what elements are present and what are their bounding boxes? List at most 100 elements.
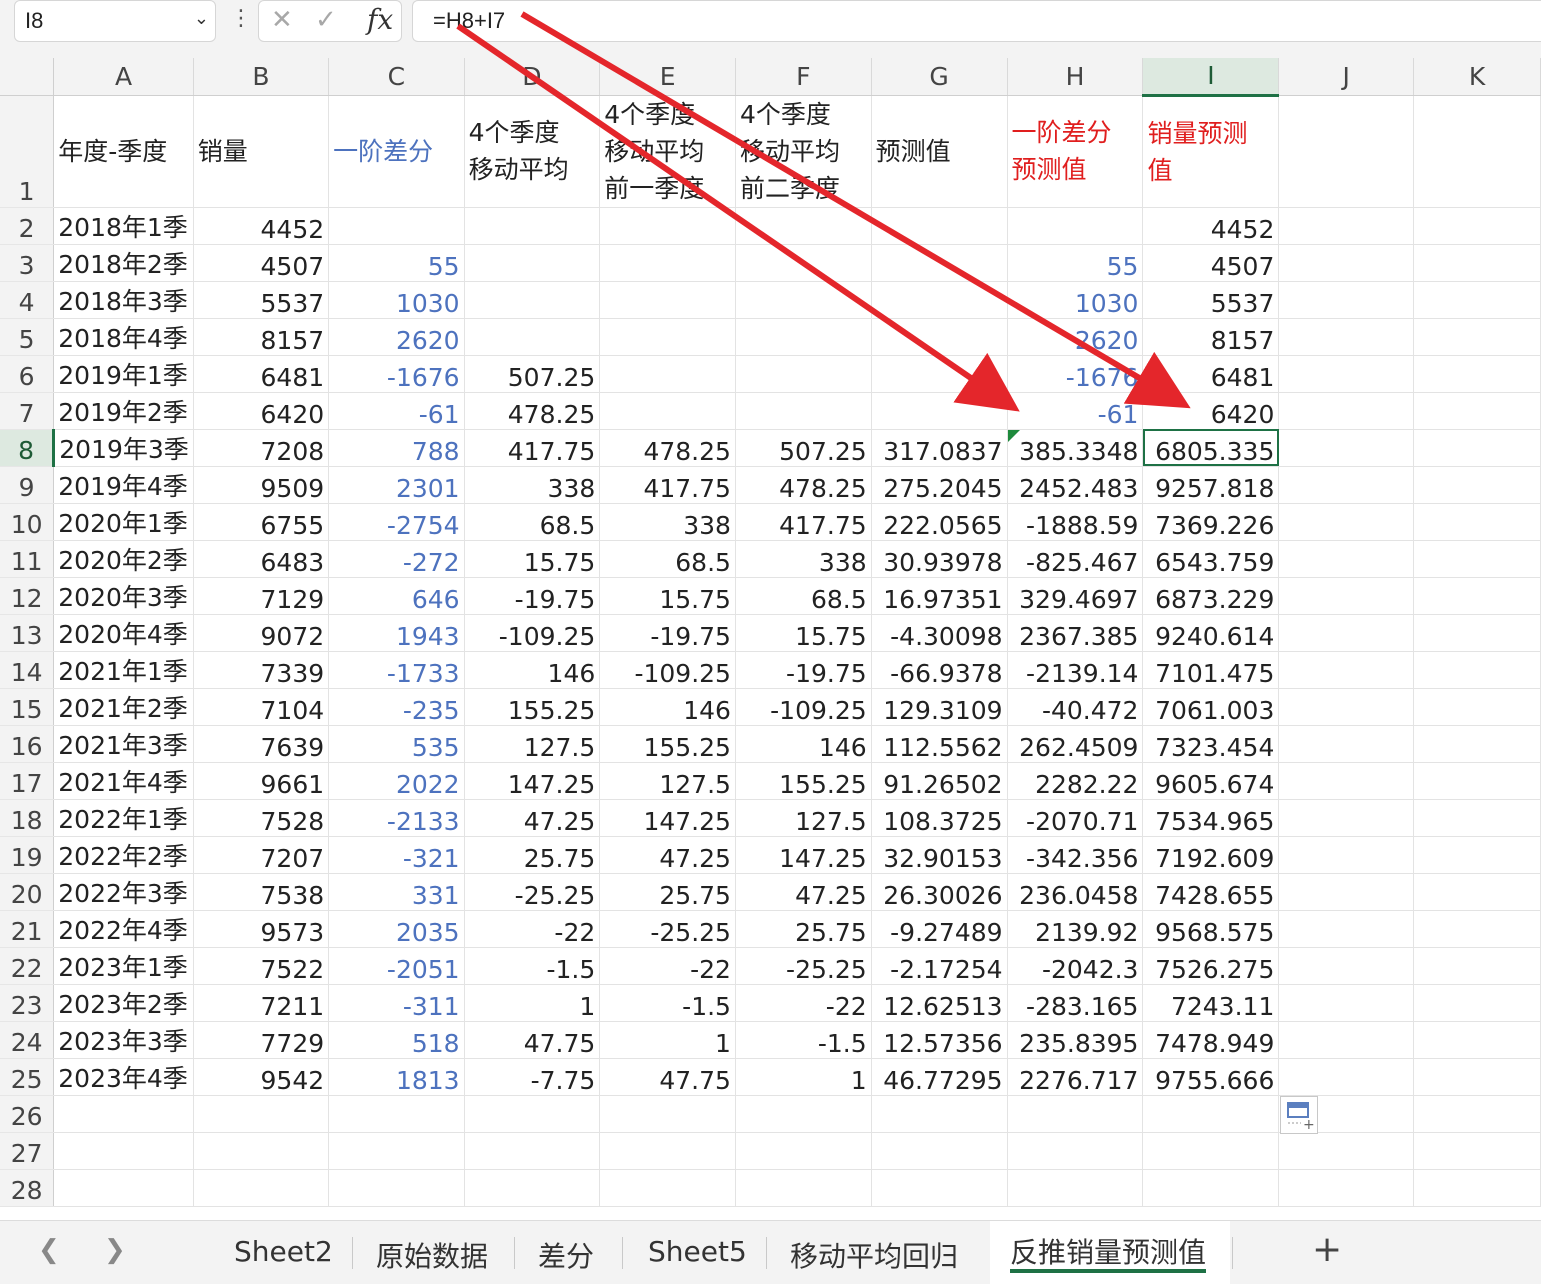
- cell-k5[interactable]: [1413, 318, 1541, 356]
- cell-k7[interactable]: [1413, 392, 1541, 430]
- cell-b7[interactable]: 6420: [193, 392, 330, 430]
- cell-f9[interactable]: 478.25: [735, 466, 872, 504]
- cell-j14[interactable]: [1278, 651, 1415, 689]
- cell-d5[interactable]: [464, 318, 601, 356]
- cell-d7[interactable]: 478.25: [464, 392, 601, 430]
- cell-h17[interactable]: 2282.22: [1007, 762, 1144, 800]
- cell-j4[interactable]: [1278, 281, 1415, 319]
- cell-b26[interactable]: [193, 1095, 330, 1133]
- row-header[interactable]: 11: [0, 540, 55, 578]
- cell-f20[interactable]: 47.25: [735, 873, 872, 911]
- cell-h6[interactable]: -1676: [1007, 355, 1144, 393]
- cell-i14[interactable]: 7101.475: [1142, 651, 1280, 689]
- cell-j6[interactable]: [1278, 355, 1415, 393]
- cell-c28[interactable]: [328, 1169, 465, 1207]
- cell-b9[interactable]: 9509: [193, 466, 330, 504]
- header-cell-b[interactable]: 销量: [193, 95, 330, 208]
- cell-a24[interactable]: 2023年3季: [53, 1021, 194, 1059]
- insert-function-icon[interactable]: fx: [367, 3, 393, 36]
- cell-h8[interactable]: 385.3348: [1007, 429, 1144, 467]
- cell-h7[interactable]: -61: [1007, 392, 1144, 430]
- cell-a25[interactable]: 2023年4季: [53, 1058, 194, 1096]
- cell-b23[interactable]: 7211: [193, 984, 330, 1022]
- cell-f11[interactable]: 338: [735, 540, 872, 578]
- cell-d10[interactable]: 68.5: [464, 503, 601, 541]
- header-cell-g[interactable]: 预测值: [871, 95, 1008, 208]
- cell-a5[interactable]: 2018年4季: [53, 318, 194, 356]
- cell-i16[interactable]: 7323.454: [1142, 725, 1280, 763]
- row-header[interactable]: 27: [0, 1132, 55, 1170]
- cell-k24[interactable]: [1413, 1021, 1541, 1059]
- cell-d3[interactable]: [464, 244, 601, 282]
- cell-g16[interactable]: 112.5562: [871, 725, 1008, 763]
- cell-b24[interactable]: 7729: [193, 1021, 330, 1059]
- cell-b11[interactable]: 6483: [193, 540, 330, 578]
- cell-k10[interactable]: [1413, 503, 1541, 541]
- cell-a6[interactable]: 2019年1季: [53, 355, 194, 393]
- cell-h3[interactable]: 55: [1007, 244, 1144, 282]
- cell-k14[interactable]: [1413, 651, 1541, 689]
- cell-h22[interactable]: -2042.3: [1007, 947, 1144, 985]
- cell-g22[interactable]: -2.17254: [871, 947, 1008, 985]
- cell-g14[interactable]: -66.9378: [871, 651, 1008, 689]
- cell-e25[interactable]: 47.75: [599, 1058, 736, 1096]
- cell-h15[interactable]: -40.472: [1007, 688, 1144, 726]
- row-header[interactable]: 17: [0, 762, 55, 800]
- cell-b27[interactable]: [193, 1132, 330, 1170]
- cell-b14[interactable]: 7339: [193, 651, 330, 689]
- cell-e15[interactable]: 146: [599, 688, 736, 726]
- cell-e18[interactable]: 147.25: [599, 799, 736, 837]
- cell-i27[interactable]: [1142, 1132, 1280, 1170]
- cell-g15[interactable]: 129.3109: [871, 688, 1008, 726]
- cell-k3[interactable]: [1413, 244, 1541, 282]
- header-cell-d[interactable]: 4个季度 移动平均: [464, 95, 601, 208]
- cell-a14[interactable]: 2021年1季: [53, 651, 194, 689]
- cell-i10[interactable]: 7369.226: [1142, 503, 1280, 541]
- cell-f21[interactable]: 25.75: [735, 910, 872, 948]
- cell-j12[interactable]: [1278, 577, 1415, 615]
- row-header[interactable]: 15: [0, 688, 55, 726]
- cell-d9[interactable]: 338: [464, 466, 601, 504]
- cell-c26[interactable]: [328, 1095, 465, 1133]
- cell-a7[interactable]: 2019年2季: [53, 392, 194, 430]
- column-header-g[interactable]: G: [871, 58, 1008, 96]
- cell-j3[interactable]: [1278, 244, 1415, 282]
- cell-c20[interactable]: 331: [328, 873, 465, 911]
- cell-b19[interactable]: 7207: [193, 836, 330, 874]
- row-header[interactable]: 12: [0, 577, 55, 615]
- cell-b10[interactable]: 6755: [193, 503, 330, 541]
- cell-c7[interactable]: -61: [328, 392, 465, 430]
- cell-c9[interactable]: 2301: [328, 466, 465, 504]
- cell-f14[interactable]: -19.75: [735, 651, 872, 689]
- cell-e24[interactable]: 1: [599, 1021, 736, 1059]
- column-header-j[interactable]: J: [1278, 58, 1415, 96]
- cell-i2[interactable]: 4452: [1142, 207, 1280, 245]
- tab-sheet2[interactable]: Sheet2: [234, 1235, 333, 1268]
- confirm-icon[interactable]: ✓: [315, 5, 337, 35]
- cell-h14[interactable]: -2139.14: [1007, 651, 1144, 689]
- cell-k26[interactable]: [1413, 1095, 1541, 1133]
- cell-j22[interactable]: [1278, 947, 1415, 985]
- cell-c16[interactable]: 535: [328, 725, 465, 763]
- cell-f25[interactable]: 1: [735, 1058, 872, 1096]
- cell-g18[interactable]: 108.3725: [871, 799, 1008, 837]
- cell-c23[interactable]: -311: [328, 984, 465, 1022]
- cell-i5[interactable]: 8157: [1142, 318, 1280, 356]
- row-header[interactable]: 19: [0, 836, 55, 874]
- cell-k15[interactable]: [1413, 688, 1541, 726]
- scroll-right-icon[interactable]: ❯: [104, 1235, 126, 1265]
- cell-i23[interactable]: 7243.11: [1142, 984, 1280, 1022]
- tab-sheet5[interactable]: Sheet5: [648, 1235, 747, 1268]
- cell-i8[interactable]: 6805.335: [1142, 429, 1280, 467]
- cell-b17[interactable]: 9661: [193, 762, 330, 800]
- cell-i3[interactable]: 4507: [1142, 244, 1280, 282]
- row-header[interactable]: 26: [0, 1095, 55, 1133]
- cell-h26[interactable]: [1007, 1095, 1144, 1133]
- row-header[interactable]: 28: [0, 1169, 55, 1207]
- cell-f26[interactable]: [735, 1095, 872, 1133]
- cell-f8[interactable]: 507.25: [735, 429, 872, 467]
- cell-k25[interactable]: [1413, 1058, 1541, 1096]
- cell-c15[interactable]: -235: [328, 688, 465, 726]
- cell-c10[interactable]: -2754: [328, 503, 465, 541]
- cell-k16[interactable]: [1413, 725, 1541, 763]
